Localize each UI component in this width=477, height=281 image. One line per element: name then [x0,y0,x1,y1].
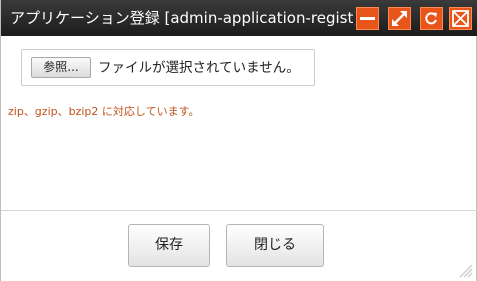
footer-divider [1,210,477,211]
reload-button[interactable] [420,7,443,30]
file-input[interactable]: 参照... ファイルが選択されていません。 [21,49,315,86]
close-button[interactable]: 閉じる [226,224,324,267]
minimize-icon [360,17,375,20]
close-icon [452,10,469,27]
file-status-text: ファイルが選択されていません。 [98,60,300,76]
expand-icon [392,11,407,26]
maximize-button[interactable] [388,7,411,30]
dialog-titlebar[interactable]: アプリケーション登録 [admin-application-regist] [1,0,477,36]
supported-formats-note: zip、gzip、bzip2 に対応しています。 [8,105,200,118]
save-button[interactable]: 保存 [128,224,210,267]
dialog-title: アプリケーション登録 [admin-application-regist] [10,9,355,27]
application-register-dialog: アプリケーション登録 [admin-application-regist] 参照… [0,0,477,281]
minimize-button[interactable] [356,7,379,30]
reload-icon [425,12,437,25]
resize-grip-icon[interactable] [455,260,473,278]
close-window-button[interactable] [449,7,472,30]
browse-button[interactable]: 参照... [31,57,91,78]
